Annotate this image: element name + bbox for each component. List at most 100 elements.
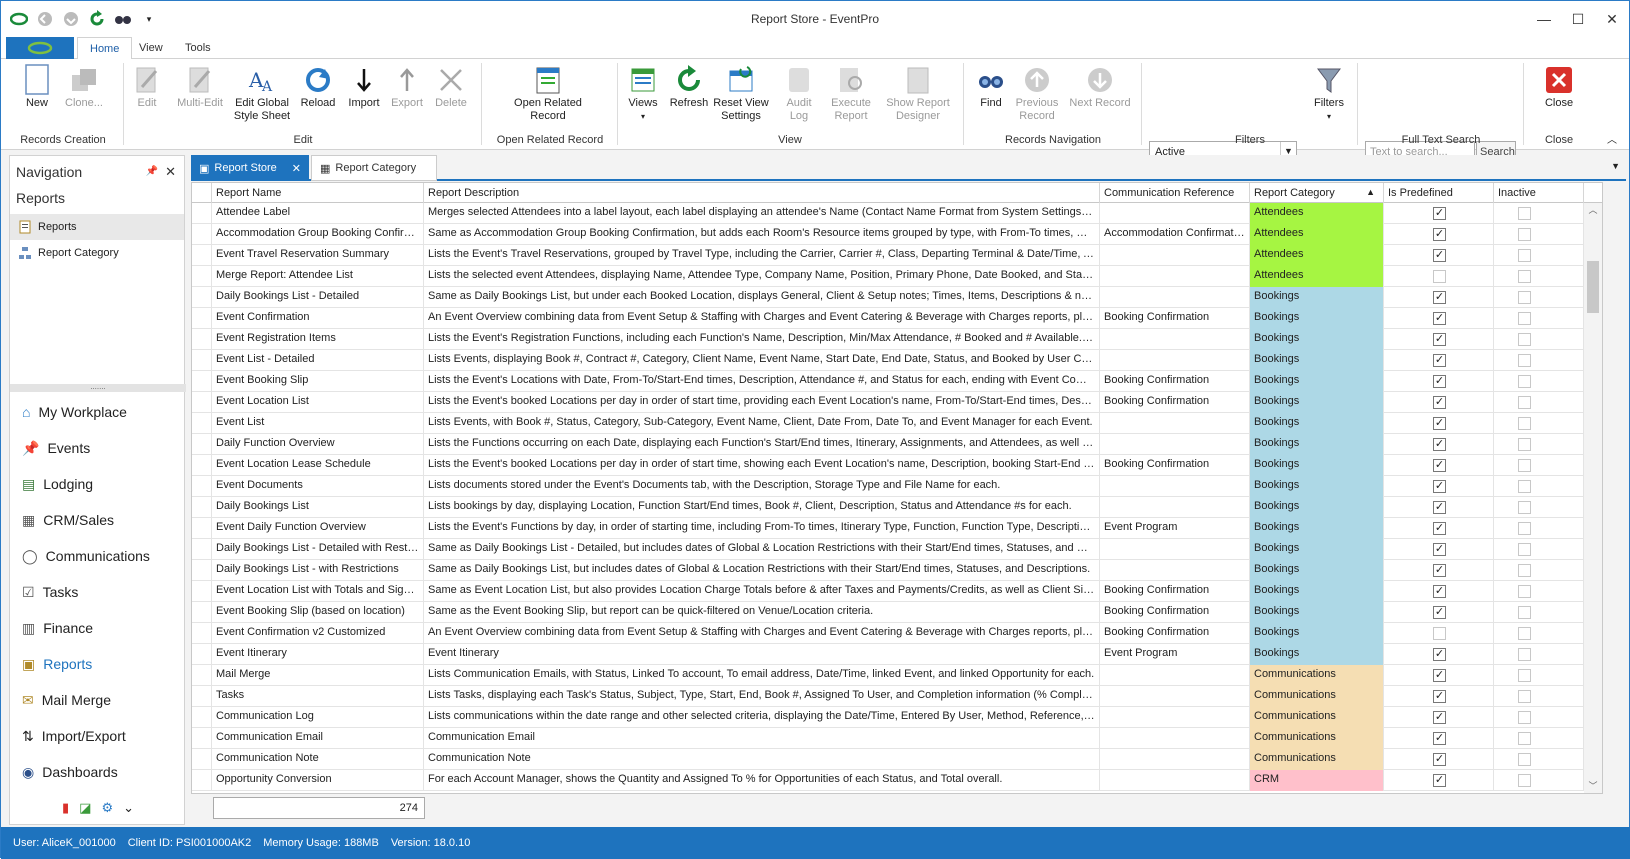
cell-desc[interactable]: Lists Events, displaying Book #, Contrac… [424, 350, 1100, 371]
row-indicator[interactable] [192, 770, 212, 791]
inactive-checkbox[interactable] [1518, 501, 1531, 514]
cell-ref[interactable] [1100, 329, 1250, 350]
row-indicator[interactable] [192, 581, 212, 602]
inactive-checkbox[interactable] [1518, 354, 1531, 367]
previous-record-button[interactable]: Previous Record [1013, 63, 1061, 123]
is-predefined-checkbox[interactable]: ✓ [1433, 438, 1446, 451]
table-row[interactable]: Event Travel Reservation Summary Lists th… [192, 245, 1602, 266]
cell-desc[interactable]: Lists the Event's Registration Functions… [424, 329, 1100, 350]
cell-cat[interactable]: Bookings [1250, 371, 1384, 392]
cell-cat[interactable]: Bookings [1250, 602, 1384, 623]
is-predefined-checkbox[interactable]: ✓ [1433, 564, 1446, 577]
table-row[interactable]: Event List Lists Events, with Book #, Sta… [192, 413, 1602, 434]
line-chart-icon[interactable]: ◪ [79, 800, 91, 816]
cell-cat[interactable]: Bookings [1250, 350, 1384, 371]
back-icon[interactable] [35, 9, 55, 29]
cell-cat[interactable]: Attendees [1250, 224, 1384, 245]
cell-desc[interactable]: Same as Daily Bookings List - Detailed, … [424, 539, 1100, 560]
cell-name[interactable]: Event Travel Reservation Summary [212, 245, 424, 266]
row-indicator[interactable] [192, 749, 212, 770]
table-row[interactable]: Communication Email Communication Email Co… [192, 728, 1602, 749]
column-header-report-description[interactable]: Report Description [424, 183, 1100, 203]
cell-ref[interactable] [1100, 266, 1250, 287]
inactive-checkbox[interactable] [1518, 249, 1531, 262]
table-row[interactable]: Daily Function Overview Lists the Functio… [192, 434, 1602, 455]
is-predefined-checkbox[interactable]: ✓ [1433, 585, 1446, 598]
cell-ref[interactable] [1100, 245, 1250, 266]
table-row[interactable]: Attendee Label Merges selected Attendees … [192, 203, 1602, 224]
cell-name[interactable]: Daily Bookings List - Detailed [212, 287, 424, 308]
cell-ref[interactable] [1100, 203, 1250, 224]
cell-desc[interactable]: An Event Overview combining data from Ev… [424, 623, 1100, 644]
table-row[interactable]: Event Registration Items Lists the Event'… [192, 329, 1602, 350]
table-row[interactable]: Daily Bookings List - with Restrictions S… [192, 560, 1602, 581]
is-predefined-checkbox[interactable]: ✓ [1433, 753, 1446, 766]
inactive-checkbox[interactable] [1518, 648, 1531, 661]
cell-ref[interactable]: Accommodation Confirmation [1100, 224, 1250, 245]
row-indicator[interactable] [192, 329, 212, 350]
inactive-checkbox[interactable] [1518, 333, 1531, 346]
nav-item-report-category[interactable]: Report Category [10, 240, 184, 266]
inactive-checkbox[interactable] [1518, 291, 1531, 304]
cell-cat[interactable]: Communications [1250, 728, 1384, 749]
row-indicator[interactable] [192, 497, 212, 518]
cell-ref[interactable] [1100, 560, 1250, 581]
cell-desc[interactable]: Communication Email [424, 728, 1100, 749]
cell-cat[interactable]: Bookings [1250, 329, 1384, 350]
show-report-designer-button[interactable]: Show Report Designer [883, 63, 953, 123]
cell-desc[interactable]: Lists Tasks, displaying each Task's Stat… [424, 686, 1100, 707]
tab-report-category[interactable]: ▦ Report Category [311, 155, 437, 181]
cell-ref[interactable] [1100, 539, 1250, 560]
refresh-icon[interactable] [87, 9, 107, 29]
reload-button[interactable]: Reload [296, 63, 340, 110]
pane-splitter[interactable]: ....... [10, 383, 186, 392]
row-indicator[interactable] [192, 455, 212, 476]
refresh-button[interactable]: Refresh [666, 63, 712, 110]
cell-desc[interactable]: Lists the Functions occurring on each Da… [424, 434, 1100, 455]
cell-desc[interactable]: Lists the Event's Travel Reservations, g… [424, 245, 1100, 266]
cell-cat[interactable]: Bookings [1250, 518, 1384, 539]
scroll-down-icon[interactable]: ﹀ [1584, 779, 1602, 793]
inactive-checkbox[interactable] [1518, 228, 1531, 241]
close-button[interactable]: Close [1539, 63, 1579, 110]
cell-desc[interactable]: Event Itinerary [424, 644, 1100, 665]
cell-name[interactable]: Opportunity Conversion [212, 770, 424, 791]
cell-ref[interactable] [1100, 707, 1250, 728]
inactive-checkbox[interactable] [1518, 270, 1531, 283]
maximize-button[interactable]: ☐ [1561, 1, 1595, 37]
cell-cat[interactable]: Communications [1250, 707, 1384, 728]
row-indicator[interactable] [192, 245, 212, 266]
chart-icon[interactable]: ▮ [62, 800, 69, 816]
cell-ref[interactable] [1100, 770, 1250, 791]
cell-cat[interactable]: Bookings [1250, 455, 1384, 476]
tab-tools[interactable]: Tools [173, 37, 223, 60]
module-reports[interactable]: ▣ Reports [10, 646, 186, 682]
is-predefined-checkbox[interactable]: ✓ [1433, 648, 1446, 661]
cell-cat[interactable]: Attendees [1250, 266, 1384, 287]
cell-name[interactable]: Attendee Label [212, 203, 424, 224]
row-indicator[interactable] [192, 728, 212, 749]
cell-desc[interactable]: Same as Daily Bookings List, but include… [424, 560, 1100, 581]
row-indicator[interactable] [192, 287, 212, 308]
table-row[interactable]: Event Confirmation An Event Overview comb… [192, 308, 1602, 329]
cell-name[interactable]: Mail Merge [212, 665, 424, 686]
is-predefined-checkbox[interactable]: ✓ [1433, 333, 1446, 346]
inactive-checkbox[interactable] [1518, 312, 1531, 325]
is-predefined-checkbox[interactable]: ✓ [1433, 606, 1446, 619]
inactive-checkbox[interactable] [1518, 543, 1531, 556]
cell-cat[interactable]: Bookings [1250, 497, 1384, 518]
cell-cat[interactable]: Communications [1250, 665, 1384, 686]
cell-cat[interactable]: Bookings [1250, 413, 1384, 434]
cell-name[interactable]: Event Itinerary [212, 644, 424, 665]
cell-desc[interactable]: Communication Note [424, 749, 1100, 770]
table-row[interactable]: Communication Log Lists communications wi… [192, 707, 1602, 728]
module-events[interactable]: 📌 Events [10, 430, 186, 466]
find-button[interactable]: Find [971, 63, 1011, 110]
pin-icon[interactable]: 📌 [146, 166, 158, 177]
row-indicator[interactable] [192, 308, 212, 329]
nav-item-reports[interactable]: Reports [10, 214, 184, 240]
is-predefined-checkbox[interactable]: ✓ [1433, 690, 1446, 703]
is-predefined-checkbox[interactable]: ✓ [1433, 711, 1446, 724]
inactive-checkbox[interactable] [1518, 711, 1531, 724]
cell-name[interactable]: Event Location List with Totals and Sign… [212, 581, 424, 602]
